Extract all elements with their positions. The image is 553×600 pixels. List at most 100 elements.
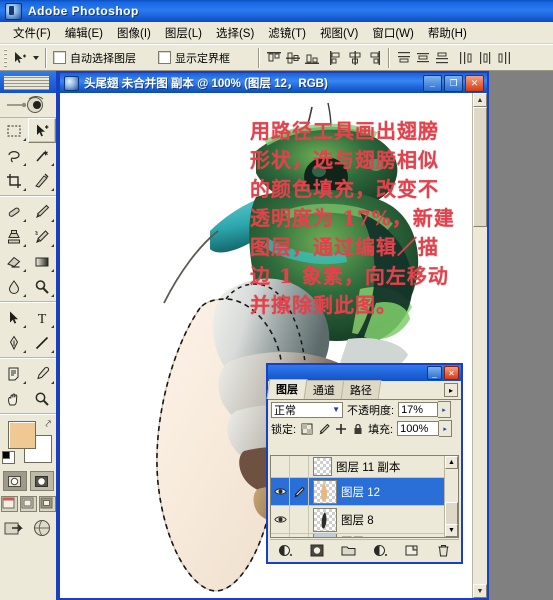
- type-tool[interactable]: T: [28, 305, 56, 330]
- quick-mask-mode-button[interactable]: [29, 471, 54, 491]
- full-screen-menubar-mode-button[interactable]: [19, 496, 37, 512]
- tab-channels[interactable]: 通道: [303, 380, 345, 399]
- doc-minimize-button[interactable]: _: [423, 74, 442, 92]
- align-right-edges-icon[interactable]: [366, 50, 382, 66]
- delete-layer-button[interactable]: [435, 542, 452, 559]
- table-row[interactable]: 图层 8: [271, 506, 458, 534]
- align-vertical-centers-icon[interactable]: [285, 50, 301, 66]
- hand-tool[interactable]: [0, 386, 28, 411]
- align-top-edges-icon[interactable]: [266, 50, 282, 66]
- doc-close-button[interactable]: ✕: [465, 74, 484, 92]
- show-bounding-box-box[interactable]: [158, 51, 171, 64]
- pen-tool[interactable]: [0, 330, 28, 355]
- auto-select-layer-box[interactable]: [53, 51, 66, 64]
- blend-mode-select[interactable]: 正常 ▼: [271, 401, 343, 418]
- swap-colors-icon[interactable]: ⤤: [45, 419, 51, 430]
- menu-help[interactable]: 帮助(H): [421, 23, 474, 43]
- blur-tool[interactable]: [0, 274, 28, 299]
- new-group-button[interactable]: [340, 542, 357, 559]
- layer-link-toggle[interactable]: [290, 478, 309, 505]
- distribute-top-edges-icon[interactable]: [396, 50, 412, 66]
- zoom-tool[interactable]: [28, 386, 56, 411]
- auto-select-layer-checkbox[interactable]: 自动选择图层: [53, 50, 136, 66]
- doc-maximize-button[interactable]: ❐: [444, 74, 463, 92]
- scrollbar-thumb[interactable]: [473, 107, 487, 227]
- magic-wand-tool[interactable]: [28, 143, 56, 168]
- layer-visibility-toggle[interactable]: [271, 478, 290, 505]
- palette-minimize-button[interactable]: _: [427, 366, 442, 380]
- palette-menu-icon[interactable]: ▸: [444, 383, 458, 397]
- menu-filter[interactable]: 滤镜(T): [261, 23, 313, 43]
- fill-slider-arrow-icon[interactable]: ▸: [439, 420, 453, 437]
- menu-view[interactable]: 视图(V): [313, 23, 365, 43]
- document-vertical-scrollbar[interactable]: ▲ ▼: [472, 93, 487, 598]
- opacity-input[interactable]: 17%: [398, 402, 439, 417]
- table-row[interactable]: 图层 11 副本: [271, 456, 458, 478]
- layer-name[interactable]: 图层 8: [341, 512, 374, 528]
- lock-image-pixels-icon[interactable]: [317, 422, 330, 435]
- distribute-right-edges-icon[interactable]: [496, 50, 512, 66]
- dodge-tool[interactable]: [28, 274, 56, 299]
- layer-name[interactable]: 图层 3: [341, 534, 374, 538]
- standard-screen-mode-button[interactable]: [0, 496, 18, 512]
- move-tool[interactable]: [28, 118, 56, 143]
- palette-close-button[interactable]: ✕: [444, 366, 459, 380]
- options-bar-grip[interactable]: [2, 46, 9, 69]
- clone-stamp-tool[interactable]: [0, 224, 28, 249]
- opacity-slider-arrow-icon[interactable]: ▸: [438, 401, 452, 418]
- layer-thumbnail[interactable]: [313, 457, 332, 476]
- menu-select[interactable]: 选择(S): [209, 23, 261, 43]
- layers-list-scrollbar[interactable]: ▲ ▼: [444, 456, 458, 537]
- jump-to-imageready-icon[interactable]: [4, 518, 26, 538]
- lasso-tool[interactable]: [0, 143, 28, 168]
- layers-scroll-up-icon[interactable]: ▲: [445, 456, 458, 469]
- eyedropper-tool[interactable]: [28, 361, 56, 386]
- show-bounding-box-checkbox[interactable]: 显示定界框: [158, 50, 230, 66]
- jump-to-browser-icon[interactable]: [32, 518, 52, 538]
- layer-link-toggle[interactable]: [290, 534, 309, 537]
- layer-thumbnail[interactable]: [313, 534, 337, 537]
- distribute-bottom-edges-icon[interactable]: [434, 50, 450, 66]
- current-tool-preset-button[interactable]: [13, 47, 39, 69]
- layer-visibility-toggle[interactable]: [271, 456, 290, 477]
- full-screen-mode-button[interactable]: [38, 496, 56, 512]
- toolbox-titlebar[interactable]: [0, 71, 56, 93]
- distribute-left-edges-icon[interactable]: [458, 50, 474, 66]
- layer-style-button[interactable]: [277, 542, 294, 559]
- history-brush-tool[interactable]: [28, 224, 56, 249]
- table-row[interactable]: 图层 12: [271, 478, 458, 506]
- lock-position-icon[interactable]: [334, 422, 347, 435]
- gradient-tool[interactable]: [28, 249, 56, 274]
- menu-file[interactable]: 文件(F): [6, 23, 58, 43]
- layer-thumbnail[interactable]: [313, 507, 337, 532]
- layer-name[interactable]: 图层 12: [341, 484, 380, 500]
- slice-tool[interactable]: [28, 168, 56, 193]
- lock-transparent-pixels-icon[interactable]: [300, 422, 313, 435]
- foreground-color-swatch[interactable]: [8, 421, 36, 449]
- eraser-tool[interactable]: [0, 249, 28, 274]
- layer-link-toggle[interactable]: [290, 456, 309, 477]
- document-titlebar[interactable]: 头尾翅 未合并图 副本 @ 100% (图层 12，RGB) _ ❐ ✕: [60, 73, 487, 93]
- distribute-vertical-centers-icon[interactable]: [415, 50, 431, 66]
- new-layer-button[interactable]: [403, 542, 420, 559]
- tab-layers[interactable]: 图层: [266, 379, 308, 399]
- fill-input[interactable]: 100%: [397, 421, 440, 436]
- standard-mode-button[interactable]: [2, 471, 27, 491]
- scroll-up-arrow-icon[interactable]: ▲: [473, 93, 487, 107]
- menu-image[interactable]: 图像(I): [110, 23, 158, 43]
- align-left-edges-icon[interactable]: [328, 50, 344, 66]
- lock-all-icon[interactable]: [351, 422, 364, 435]
- path-selection-tool[interactable]: [0, 305, 28, 330]
- layer-visibility-toggle[interactable]: [271, 534, 290, 537]
- notes-tool[interactable]: [0, 361, 28, 386]
- layers-scroll-down-icon[interactable]: ▼: [445, 524, 458, 537]
- menu-layer[interactable]: 图层(L): [158, 23, 209, 43]
- layer-thumbnail[interactable]: [313, 479, 337, 504]
- brush-tool[interactable]: [28, 199, 56, 224]
- crop-tool[interactable]: [0, 168, 28, 193]
- tab-paths[interactable]: 路径: [340, 380, 382, 399]
- layer-visibility-toggle[interactable]: [271, 506, 290, 533]
- line-tool[interactable]: [28, 330, 56, 355]
- menu-window[interactable]: 窗口(W): [365, 23, 421, 43]
- layer-mask-button[interactable]: [309, 542, 326, 559]
